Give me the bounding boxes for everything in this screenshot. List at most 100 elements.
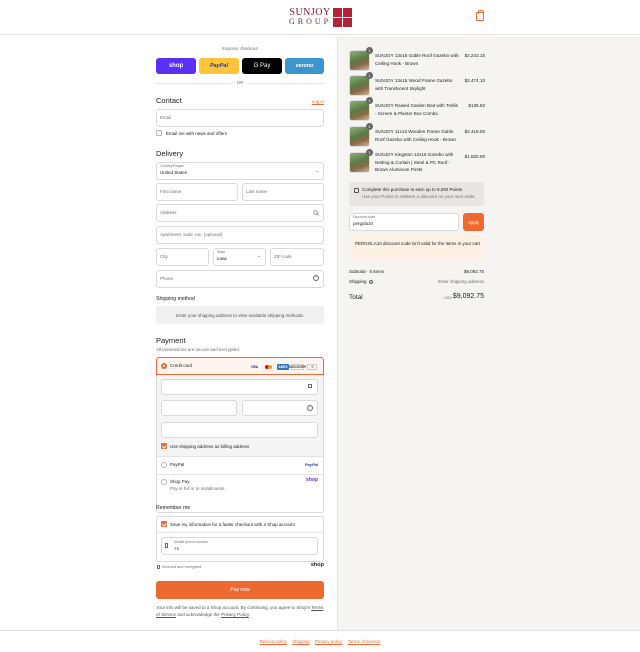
save-info-label: Save my information for a faster checkou…: [170, 522, 295, 527]
login-link[interactable]: Log in: [300, 99, 324, 104]
card-number-input[interactable]: [161, 379, 318, 395]
product-price: $136.50: [468, 103, 485, 108]
discount-label: Discount code: [353, 215, 376, 219]
shop-pay-subtitle: Pay in full or in installments: [170, 486, 225, 491]
radio-paypal[interactable]: [161, 462, 167, 468]
lock-icon: [157, 565, 160, 569]
amex-icon: AMEX: [277, 364, 289, 370]
shipping-value: Enter shipping address: [437, 279, 484, 284]
divider: [157, 474, 323, 475]
privacy-link[interactable]: Privacy Policy: [221, 612, 249, 617]
shipping-label: Shipping: [349, 279, 367, 284]
name-on-card-input[interactable]: [161, 422, 318, 438]
billing-checkbox[interactable]: [161, 443, 167, 449]
pay-now-button[interactable]: Pay now: [156, 581, 324, 599]
logo-line1: SUNJOY: [289, 7, 331, 18]
logo-text: SUNJOY GROUP: [289, 7, 332, 27]
quantity-badge: 1: [366, 72, 373, 79]
address-placeholder: Address: [160, 210, 177, 215]
radio-shop-pay[interactable]: [161, 479, 167, 485]
state-label: State: [217, 250, 226, 254]
divider: [157, 456, 323, 457]
product-price: $2,419.00: [464, 129, 485, 134]
venmo-button[interactable]: venmo: [285, 58, 324, 74]
mobile-value: +1: [174, 546, 180, 551]
discount-value: pergola10: [353, 221, 374, 226]
header: SUNJOY GROUP: [0, 0, 640, 35]
news-label: Email me with news and offers: [166, 131, 227, 136]
discount-error-box: [349, 235, 484, 260]
payment-title: Payment: [156, 336, 186, 345]
payment-subtitle: All transactions are secure and encrypte…: [156, 347, 241, 352]
legal-line1: Your info will be saved to a Shop accoun…: [156, 605, 311, 610]
legal-end: .: [248, 612, 251, 617]
shop-logo: shop: [310, 562, 324, 568]
delivery-title: Delivery: [156, 149, 184, 158]
order-summary: [337, 36, 640, 630]
quantity-badge: 1: [366, 149, 373, 156]
product-price: $1,820.00: [464, 154, 485, 159]
terms-of-service-link[interactable]: Terms of service: [348, 639, 381, 644]
points-subtitle: Use your Points to redeem a discount on …: [362, 194, 476, 199]
state-value: Iowa: [217, 256, 227, 261]
save-info-checkbox[interactable]: [161, 521, 167, 527]
shipping-method-title: Shipping method: [156, 296, 195, 302]
help-icon[interactable]: ?: [369, 280, 373, 284]
phone-placeholder: Phone: [160, 276, 174, 281]
logo-line2: GROUP: [289, 17, 332, 26]
gift-icon: [354, 188, 359, 193]
refund-policy-link[interactable]: Refund policy: [260, 639, 287, 644]
shop-pay-button[interactable]: shop: [156, 58, 196, 74]
phone-input[interactable]: [156, 270, 324, 288]
mobile-label: Mobile phone number: [174, 540, 208, 544]
privacy-policy-link[interactable]: Privacy policy: [315, 639, 343, 644]
shop-pay-option-label[interactable]: Shop Pay: [170, 479, 190, 484]
mastercard-icon: [263, 364, 274, 370]
paypal-button[interactable]: PayPal: [199, 58, 239, 74]
paypal-logo: PayPal: [304, 462, 318, 467]
email-placeholder: Email: [160, 115, 172, 120]
chevron-down-icon: ⌄: [257, 253, 261, 258]
credit-card-label: Credit card: [170, 363, 193, 368]
sunjoy-logo[interactable]: SUNJOY GROUP: [289, 7, 353, 27]
discount-error: PERGOLA10 discount code isn't valid for …: [355, 241, 480, 246]
first-name-placeholder: First name: [160, 189, 182, 194]
secure-label: Secured and encrypted: [162, 565, 202, 569]
radio-dot: [163, 365, 165, 367]
news-checkbox[interactable]: [156, 130, 162, 136]
total-label: Total: [349, 294, 363, 301]
apartment-placeholder: Apartment, suite, etc. (optional): [160, 232, 223, 237]
last-name-placeholder: Last name: [246, 189, 268, 194]
zip-placeholder: ZIP code: [274, 254, 292, 259]
more-cards-badge: +5: [307, 364, 317, 370]
help-icon[interactable]: ?: [313, 275, 319, 281]
lock-icon: [308, 384, 312, 388]
shopping-bag-icon[interactable]: [476, 10, 484, 21]
help-icon[interactable]: ?: [307, 405, 313, 411]
quantity-badge: 1: [366, 123, 373, 130]
google-pay-button[interactable]: G Pay: [242, 58, 282, 74]
legal-text: Your info will be saved to a Shop accoun…: [156, 604, 324, 618]
product-price: $2,243.15: [464, 53, 485, 58]
email-input[interactable]: [156, 109, 324, 127]
contact-title: Contact: [156, 96, 182, 105]
discover-icon: DISCOVER: [289, 364, 306, 370]
quantity-badge: 1: [366, 97, 373, 104]
expiration-input[interactable]: [161, 400, 237, 416]
divider: [248, 83, 324, 84]
paypal-option-label[interactable]: PayPal: [170, 462, 184, 467]
express-checkout-label: Express checkout: [222, 46, 258, 51]
logo-squares-icon: [333, 8, 353, 27]
quantity-badge: 1: [366, 47, 373, 54]
apply-button[interactable]: Apply: [463, 213, 484, 231]
visa-icon: VISA: [250, 365, 259, 369]
legal-and: and acknowledge the: [177, 612, 220, 617]
divider: [156, 83, 232, 84]
address-input[interactable]: [156, 204, 324, 222]
or-label: OR: [236, 80, 244, 85]
remember-title: Remember me: [156, 505, 191, 511]
city-placeholder: City: [160, 254, 168, 259]
shipping-link[interactable]: Shipping: [292, 639, 310, 644]
footer: Refund policy Shipping Privacy policy Te…: [0, 630, 640, 652]
divider: [157, 532, 323, 533]
